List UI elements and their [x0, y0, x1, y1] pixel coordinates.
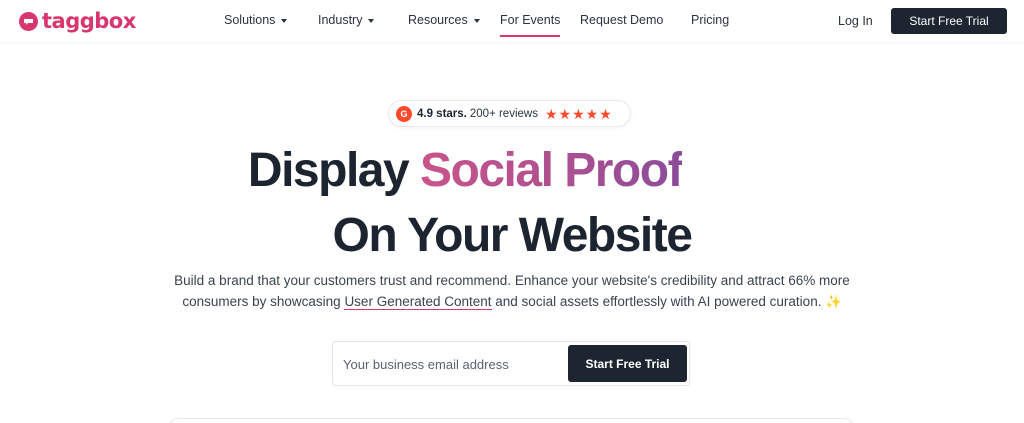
login-link[interactable]: Log In	[838, 14, 873, 28]
hero-headline-line2: On Your Website	[332, 209, 693, 262]
ugc-link[interactable]: User Generated Content	[344, 294, 492, 310]
nav-request-demo[interactable]: Request Demo	[580, 13, 663, 27]
chevron-down-icon	[281, 18, 288, 23]
rating-score: 4.9 stars.	[417, 107, 467, 120]
g2-logo-icon: G	[396, 105, 412, 122]
nav-label: Industry	[318, 13, 363, 27]
star-icon: ★	[572, 105, 585, 122]
site-header: taggbox Solutions Industry Resources For…	[0, 0, 1024, 42]
nav-label: Resources	[408, 13, 468, 27]
nav-resources[interactable]: Resources	[408, 13, 480, 27]
headline-plain: Display	[247, 144, 420, 197]
nav-label: Pricing	[691, 13, 730, 27]
rating-reviews: 200+ reviews	[469, 107, 538, 120]
header-start-trial-button[interactable]: Start Free Trial	[891, 8, 1007, 34]
nav-pricing[interactable]: Pricing	[691, 13, 729, 27]
nav-label: For Events	[500, 13, 561, 27]
subtitle-text: and social assets effortlessly with AI p…	[491, 294, 822, 309]
headline-highlight: Social Proof	[420, 144, 684, 197]
nav-solutions[interactable]: Solutions	[224, 13, 288, 27]
nav-for-events[interactable]: For Events	[500, 13, 561, 37]
preview-card	[168, 418, 854, 423]
star-icon: ★	[599, 105, 612, 122]
email-input[interactable]	[343, 354, 563, 374]
star-icon: ★	[585, 105, 599, 122]
chevron-down-icon	[368, 18, 375, 23]
hero-headline-line1: Display Social Proof	[0, 143, 930, 198]
star-icon: ★	[544, 105, 558, 122]
taggbox-logo[interactable]: taggbox	[19, 8, 136, 34]
nav-label: Solutions	[224, 13, 276, 27]
logo-text: taggbox	[42, 9, 136, 33]
sparkle-icon: ✨	[825, 294, 842, 309]
form-start-trial-button[interactable]: Start Free Trial	[568, 345, 687, 382]
nav-industry[interactable]: Industry	[318, 13, 375, 27]
star-icon: ★	[558, 105, 572, 122]
rating-badge: G 4.9 stars. 200+ reviews ★ ★ ★ ★ ★	[388, 100, 631, 127]
chevron-down-icon	[473, 18, 480, 23]
star-rating: ★ ★ ★ ★ ★	[545, 107, 612, 121]
signup-form: Start Free Trial	[332, 341, 690, 386]
hero-subtitle: Build a brand that your customers trust …	[150, 270, 874, 312]
nav-label: Request Demo	[580, 13, 664, 27]
logo-mark-icon	[19, 11, 38, 31]
